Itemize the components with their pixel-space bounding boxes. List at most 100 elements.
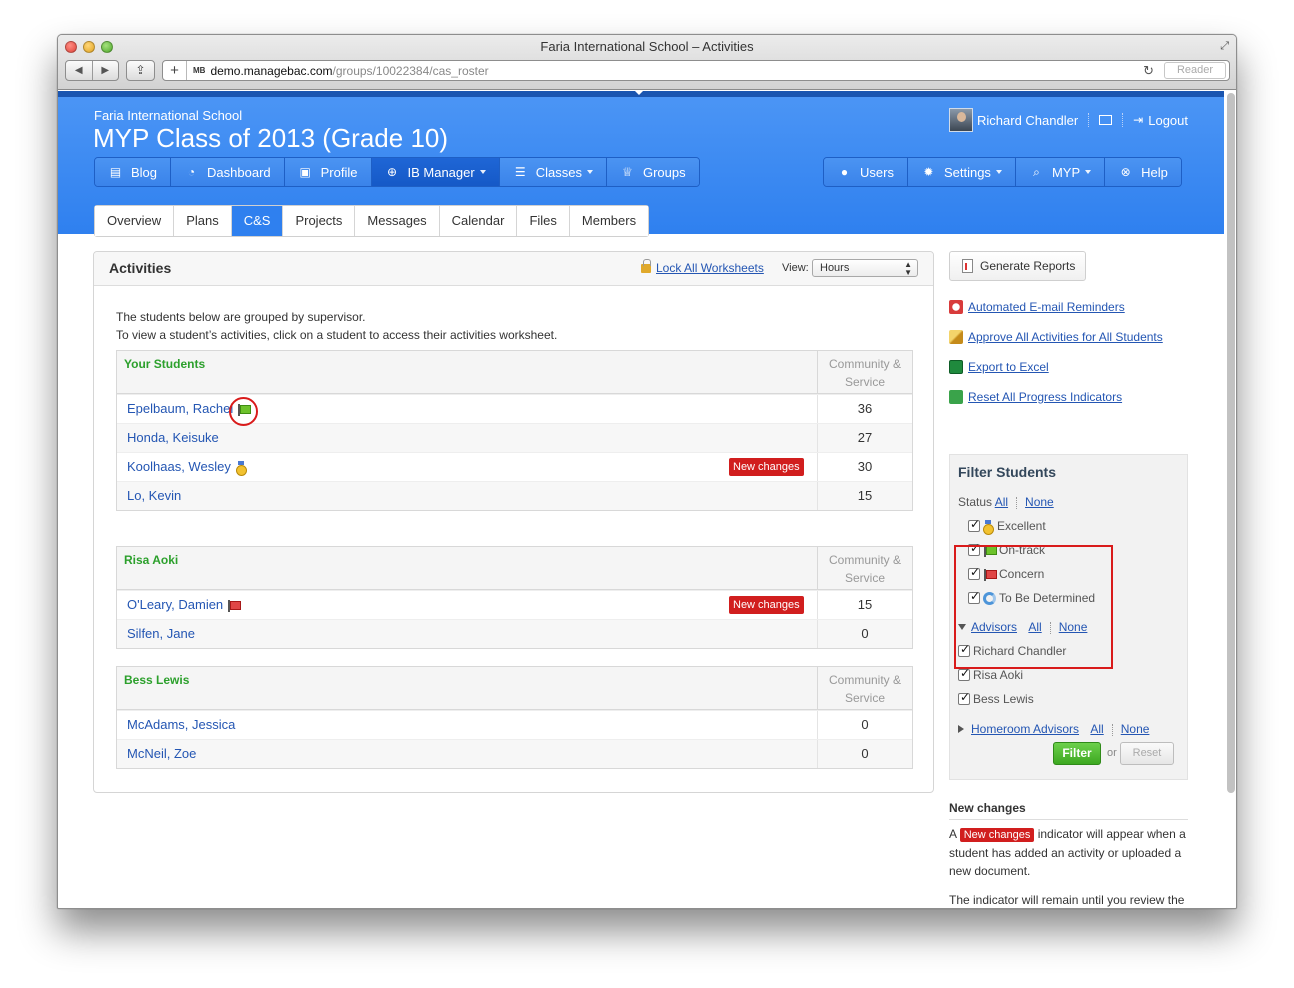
student-name[interactable]: O'Leary, Damien [127, 597, 242, 612]
advisors-toggle-link[interactable]: Advisors [971, 620, 1017, 634]
approve-all-link[interactable]: Approve All Activities for All Students [949, 330, 1163, 344]
red-flag-icon [227, 599, 242, 612]
forward-arrow-icon[interactable]: ▶ [93, 61, 119, 80]
homeroom-none-link[interactable]: None [1121, 722, 1150, 736]
filter-button[interactable]: Filter [1053, 742, 1101, 765]
student-name[interactable]: Honda, Keisuke [127, 430, 219, 445]
table-row[interactable]: McNeil, Zoe 0 [117, 739, 912, 768]
advisor-option[interactable]: Risa Aoki [958, 666, 1023, 682]
tab-projects[interactable]: Projects [282, 206, 355, 236]
status-option-excellent[interactable]: Excellent [968, 517, 1046, 536]
column-header: Community & Service [817, 547, 912, 589]
tab-members[interactable]: Members [568, 206, 649, 236]
user-name[interactable]: Richard Chandler [977, 113, 1078, 128]
table-row[interactable]: Honda, Keisuke 27 [117, 423, 912, 452]
page-viewport: Faria International School MYP Class of … [58, 91, 1236, 908]
student-name[interactable]: McNeil, Zoe [127, 746, 196, 761]
tab-cas[interactable]: C&S [230, 206, 283, 236]
nav-profile[interactable]: ▣ Profile [283, 158, 371, 186]
divider [1111, 723, 1113, 736]
tab-calendar[interactable]: Calendar [438, 206, 517, 236]
nav-classes[interactable]: ☰ Classes [498, 158, 606, 186]
email-reminders-link[interactable]: Automated E-mail Reminders [949, 300, 1125, 314]
reader-button[interactable]: Reader [1164, 62, 1226, 79]
nav-help[interactable]: ⊗ Help [1104, 158, 1181, 186]
reset-progress-link[interactable]: Reset All Progress Indicators [949, 390, 1122, 404]
reload-icon[interactable]: ↻ [1143, 63, 1154, 79]
lifebuoy-icon: ⊗ [1120, 164, 1131, 179]
advisors-filter-header: Advisors All None [958, 620, 1087, 634]
lock-all-worksheets-link[interactable]: Lock All Worksheets [641, 259, 764, 275]
nav-dashboard[interactable]: ◔ Dashboard [170, 158, 284, 186]
url-text[interactable]: demo.managebac.com/groups/10022384/cas_r… [210, 64, 1143, 78]
hours-value: 0 [817, 740, 912, 768]
tab-files[interactable]: Files [516, 206, 569, 236]
nav-ib-manager[interactable]: ⊕ IB Manager [370, 158, 499, 186]
status-none-link[interactable]: None [1025, 495, 1054, 509]
table-row[interactable]: Epelbaum, Rachel 36 [117, 394, 912, 423]
logout-link[interactable]: Logout [1148, 113, 1188, 128]
tab-overview[interactable]: Overview [95, 206, 174, 236]
advisor-label: Richard Chandler [973, 644, 1067, 658]
divider [1049, 621, 1051, 634]
vertical-scrollbar[interactable] [1227, 93, 1235, 793]
add-bookmark-icon[interactable]: + [163, 61, 187, 80]
dashboard-icon: ◔ [187, 164, 196, 179]
checkbox[interactable] [958, 642, 970, 657]
table-row[interactable]: McAdams, Jessica 0 [117, 710, 912, 739]
advisor-option[interactable]: Richard Chandler [958, 642, 1067, 658]
nav-blog[interactable]: ▤ Blog [95, 158, 171, 186]
nav-groups[interactable]: ♕ Groups [605, 158, 699, 186]
mail-icon[interactable] [1099, 115, 1113, 125]
student-name[interactable]: Silfen, Jane [127, 626, 195, 641]
nav-users[interactable]: ● Users [824, 158, 907, 186]
homeroom-all-link[interactable]: All [1090, 722, 1103, 736]
chevron-down-icon[interactable] [635, 91, 643, 95]
nav-settings[interactable]: ✹ Settings [906, 158, 1015, 186]
status-all-link[interactable]: All [995, 495, 1008, 509]
share-icon[interactable]: ⇪ [126, 60, 155, 81]
chevron-down-icon[interactable] [958, 624, 966, 630]
advisor-option[interactable]: Bess Lewis [958, 690, 1034, 706]
student-name[interactable]: McAdams, Jessica [127, 717, 235, 732]
advisors-all-link[interactable]: All [1028, 620, 1041, 634]
gear-icon: ✹ [923, 164, 934, 179]
chevron-right-icon[interactable] [958, 725, 964, 733]
hours-value: 15 [817, 591, 912, 619]
table-row[interactable]: Lo, Kevin 15 [117, 481, 912, 510]
back-arrow-icon[interactable]: ◀ [66, 61, 93, 80]
student-name[interactable]: Lo, Kevin [127, 488, 181, 503]
table-row[interactable]: Silfen, Jane 0 [117, 619, 912, 648]
checkbox[interactable] [968, 517, 980, 532]
checkbox[interactable] [958, 666, 970, 681]
tab-messages[interactable]: Messages [354, 206, 439, 236]
tab-plans[interactable]: Plans [173, 206, 231, 236]
nav-label: Blog [131, 164, 158, 180]
export-excel-link[interactable]: Export to Excel [949, 360, 1049, 374]
alarm-clock-icon [949, 300, 963, 314]
student-name[interactable]: Koolhaas, Wesley [127, 459, 247, 477]
fullscreen-icon[interactable]: ⤢ [1220, 40, 1229, 53]
avatar[interactable] [949, 108, 973, 132]
url-host: demo.managebac.com [210, 63, 333, 78]
column-header-line: Community & [828, 673, 902, 687]
column-header-line: Community & [828, 357, 902, 371]
link-label: Approve All Activities for All Students [968, 330, 1163, 344]
link-label: Export to Excel [968, 360, 1049, 374]
student-name[interactable]: Epelbaum, Rachel [127, 401, 252, 416]
filter-title: Filter Students [958, 464, 1057, 480]
table-row[interactable]: Koolhaas, Wesley New changes 30 [117, 452, 912, 481]
homeroom-toggle-link[interactable]: Homeroom Advisors [971, 722, 1079, 736]
medal-icon [235, 461, 247, 477]
reset-button[interactable]: Reset [1120, 742, 1174, 765]
view-select[interactable]: Hours ▲ ▼ [812, 259, 918, 277]
sub-tabs: Overview Plans C&S Projects Messages Cal… [94, 205, 650, 237]
advisors-none-link[interactable]: None [1059, 620, 1088, 634]
nc-prefix: A [949, 827, 957, 841]
main-nav: ▤ Blog ◔ Dashboard ▣ Profile ⊕ IB Manager ☰ C… [94, 157, 700, 187]
table-row[interactable]: O'Leary, Damien New changes 15 [117, 590, 912, 619]
checkbox[interactable] [958, 690, 970, 705]
nav-myp[interactable]: ⌕ MYP [1014, 158, 1105, 186]
address-bar[interactable]: + MB demo.managebac.com/groups/10022384/… [162, 60, 1230, 81]
generate-reports-button[interactable]: Generate Reports [949, 251, 1086, 281]
